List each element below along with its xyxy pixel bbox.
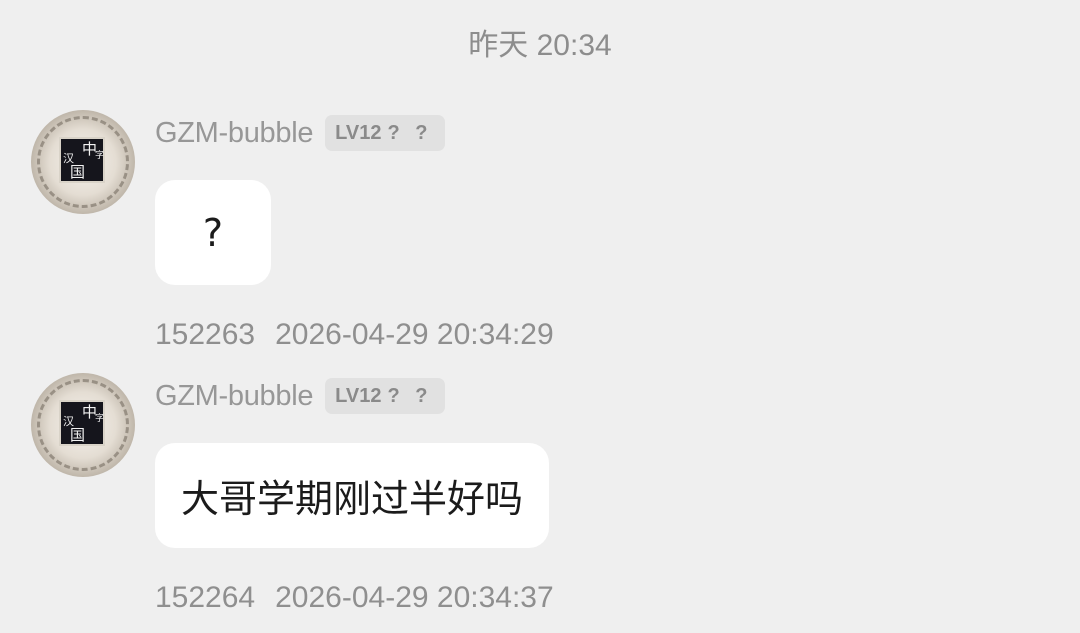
message-id: 152264	[155, 581, 256, 614]
message-timestamp: 2026-04-29 20:34:37	[275, 581, 554, 614]
avatar-board: 中 字 汉 国	[59, 137, 105, 183]
level-badge: LV12 ? ?	[325, 378, 445, 414]
message-bubble[interactable]: ?	[155, 180, 271, 285]
message-meta: 152263 2026-04-29 20:34:29	[155, 318, 554, 352]
avatar[interactable]: 中 字 汉 国	[31, 373, 135, 477]
avatar-board: 中 字 汉 国	[59, 400, 105, 446]
level-text: LV12	[335, 384, 382, 407]
message-text: ?	[202, 210, 224, 255]
message-bubble[interactable]: 大哥学期刚过半好吗	[155, 443, 550, 548]
message-timestamp: 2026-04-29 20:34:29	[275, 318, 554, 351]
level-badge: LV12 ? ?	[325, 115, 445, 151]
message-id: 152263	[155, 318, 256, 351]
avatar-glyph: 字	[95, 414, 105, 424]
avatar[interactable]: 中 字 汉 国	[31, 110, 135, 214]
sender-row: GZM-bubble LV12 ? ?	[155, 114, 445, 152]
sender-name[interactable]: GZM-bubble	[155, 117, 313, 150]
level-marks: ? ?	[387, 121, 433, 144]
sender-row: GZM-bubble LV12 ? ?	[155, 377, 445, 415]
avatar-glyph: 国	[70, 426, 86, 444]
level-marks: ? ?	[387, 384, 433, 407]
day-timestamp: 昨天 20:34	[468, 29, 612, 62]
avatar-glyph: 字	[95, 151, 105, 161]
message-meta: 152264 2026-04-29 20:34:37	[155, 581, 554, 615]
avatar-glyph: 国	[70, 163, 86, 181]
sender-name[interactable]: GZM-bubble	[155, 380, 313, 413]
message-text: 大哥学期刚过半好吗	[181, 477, 524, 521]
level-text: LV12	[335, 121, 382, 144]
